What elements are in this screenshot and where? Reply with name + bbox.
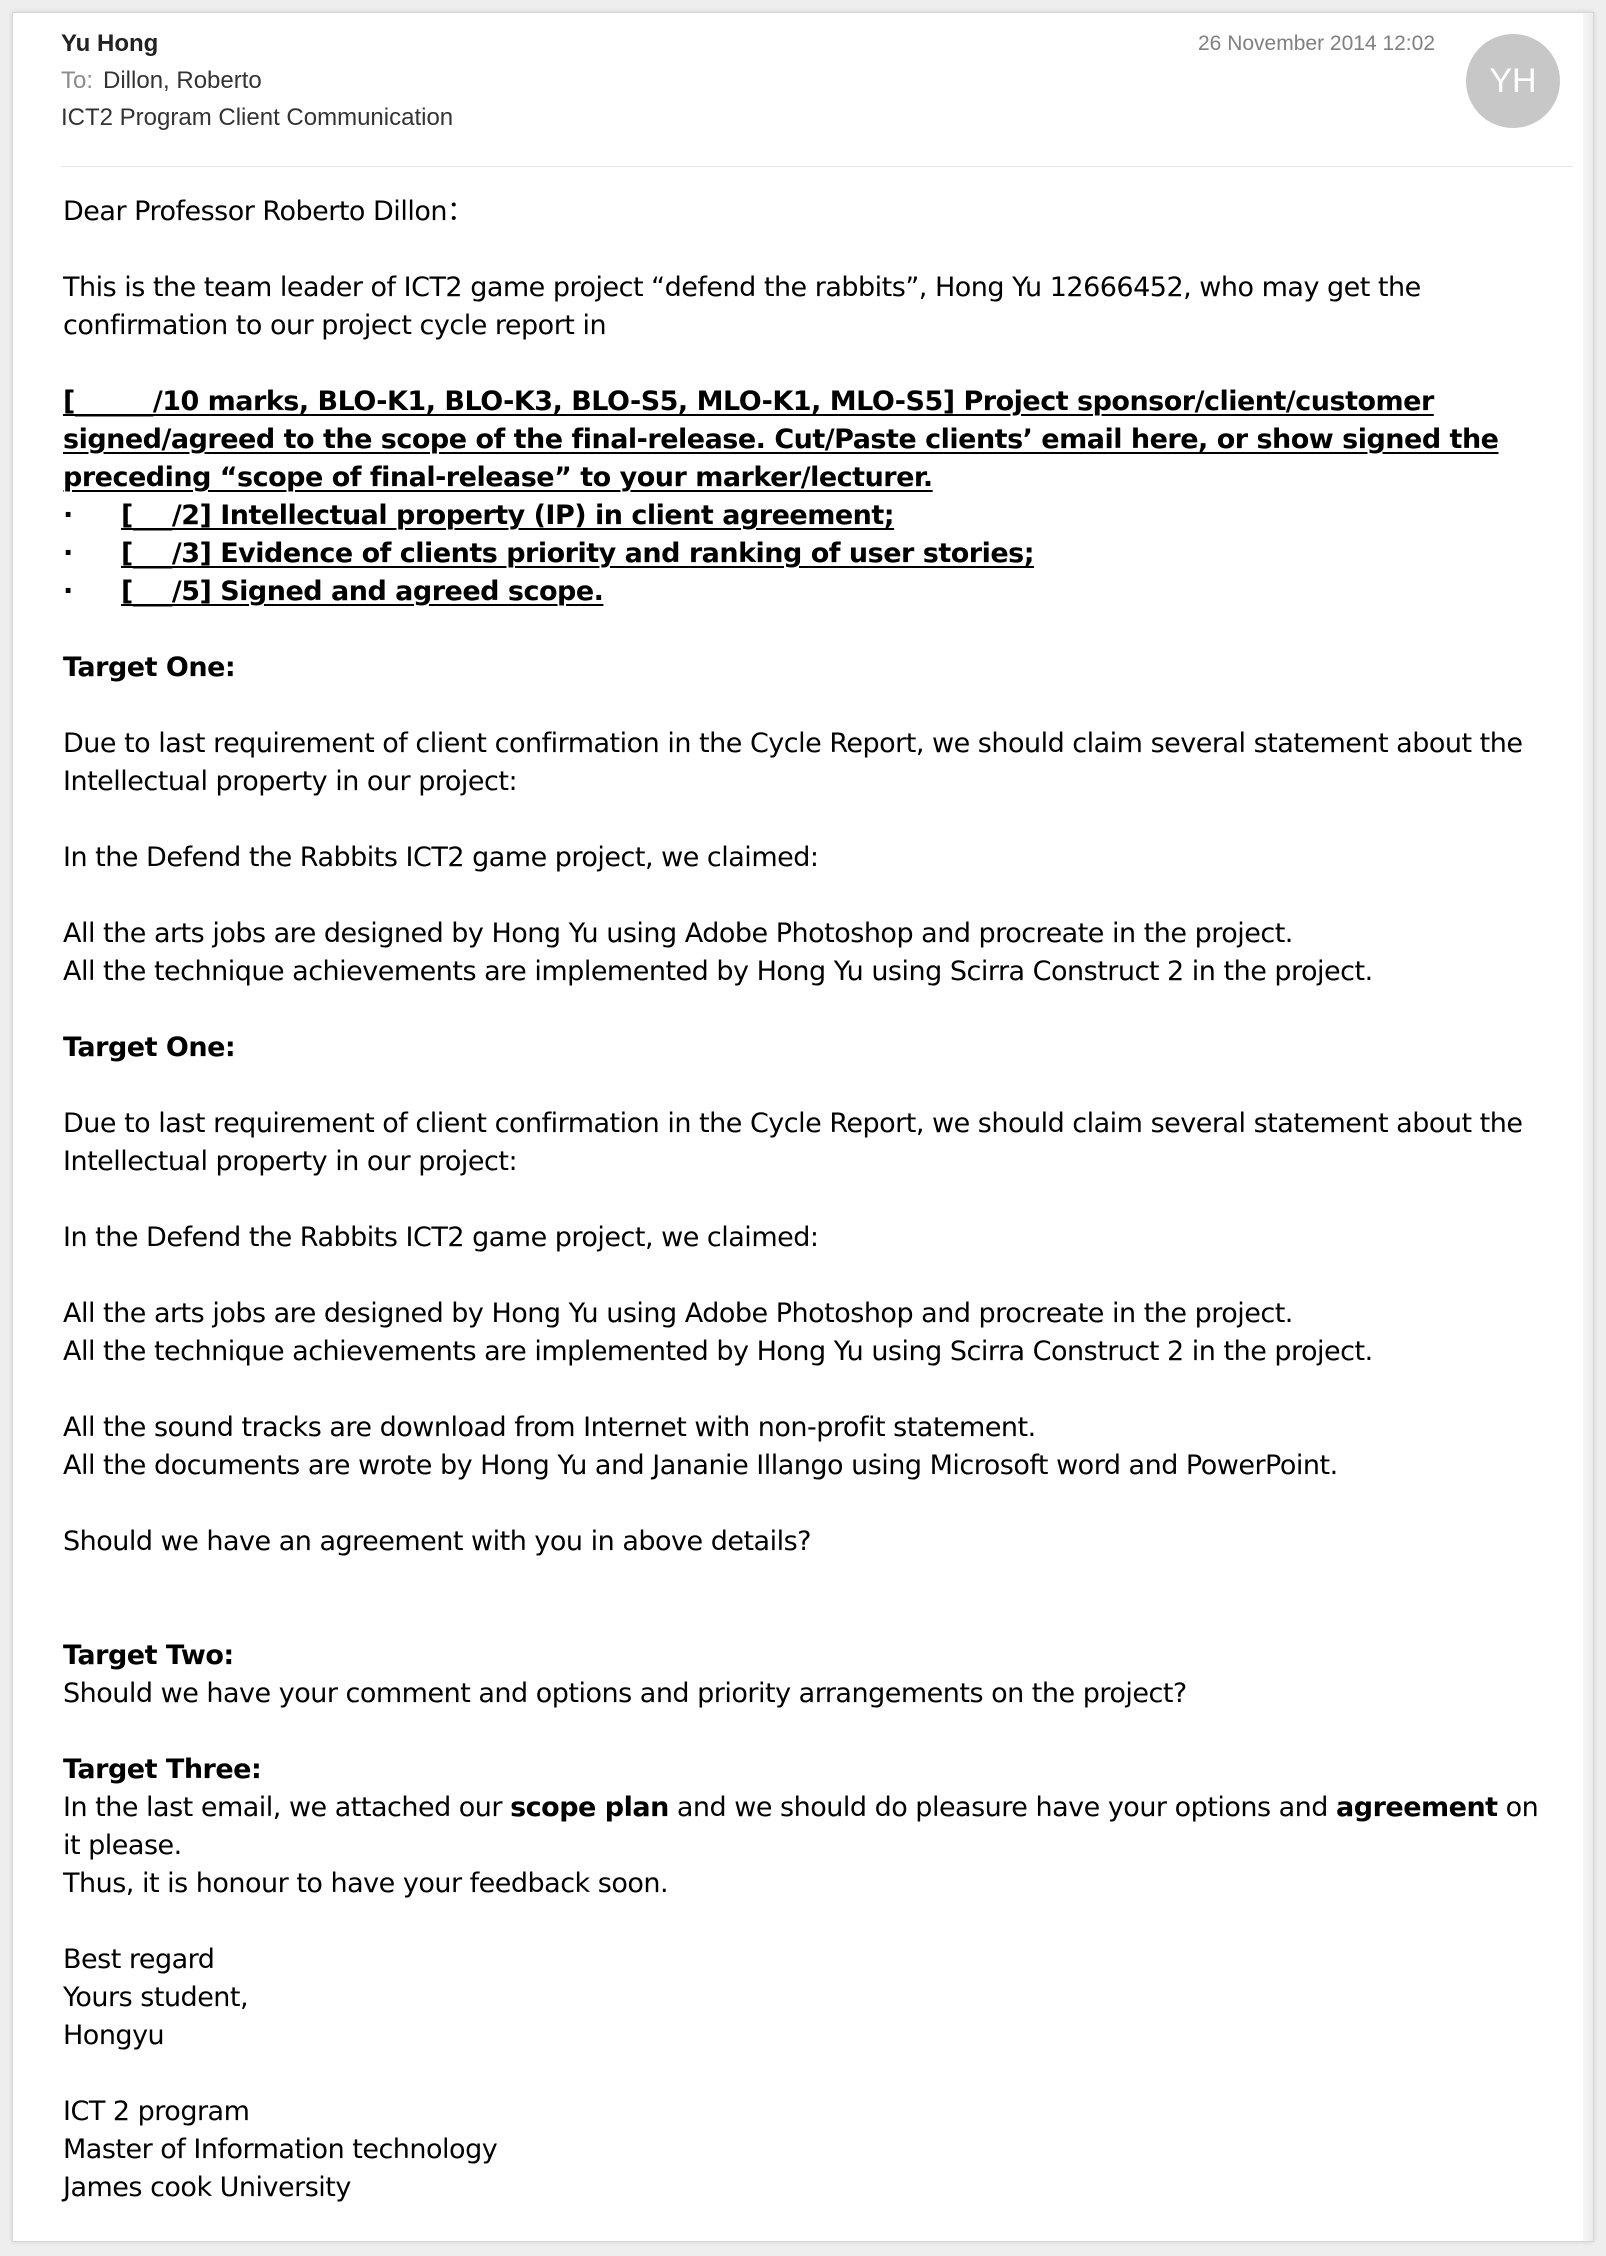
claim-line: All the arts jobs are designed by Hong Y… bbox=[63, 918, 1293, 949]
signature-line: Master of Information technology bbox=[63, 2134, 498, 2165]
bullet-icon: · bbox=[63, 538, 73, 569]
rubric-item-text: [___/5] Signed and agreed scope. bbox=[121, 576, 604, 607]
target-three-text: In the last email, we attached our scope… bbox=[63, 1789, 1548, 1865]
bullet-icon: · bbox=[63, 500, 73, 531]
rubric-item-text: [___/3] Evidence of clients priority and… bbox=[121, 538, 1035, 569]
claim-line: All the documents are wrote by Hong Yu a… bbox=[63, 1450, 1338, 1481]
claim-line: All the technique achievements are imple… bbox=[63, 1336, 1373, 1367]
claim-intro: In the Defend the Rabbits ICT2 game proj… bbox=[63, 842, 819, 873]
target-two-heading: Target Two: bbox=[63, 1640, 234, 1671]
signoff-line: Yours student, bbox=[63, 1982, 249, 2013]
email-body: Dear Professor Roberto Dillon： This is t… bbox=[63, 193, 1548, 2207]
sender-avatar[interactable]: YH bbox=[1466, 34, 1560, 128]
signature-line: ICT 2 program bbox=[63, 2096, 250, 2127]
scope-plan-emphasis: scope plan bbox=[510, 1792, 669, 1823]
signature-line: James cook University bbox=[63, 2172, 351, 2203]
claim-intro: In the Defend the Rabbits ICT2 game proj… bbox=[63, 1222, 819, 1253]
target-three-text-part: and we should do pleasure have your opti… bbox=[668, 1792, 1337, 1823]
scrollbar-track[interactable] bbox=[1583, 13, 1593, 2241]
agreement-emphasis: agreement bbox=[1336, 1792, 1498, 1823]
ip-requirement-paragraph: Due to last requirement of client confir… bbox=[63, 728, 1523, 797]
bullet-icon: · bbox=[63, 576, 73, 607]
email-date: 26 November 2014 12:02 bbox=[1198, 32, 1435, 55]
claim-line: All the arts jobs are designed by Hong Y… bbox=[63, 1298, 1293, 1329]
signoff-line: Best regard bbox=[63, 1944, 215, 1975]
target-three-text-part: In the last email, we attached our bbox=[63, 1792, 511, 1823]
recipient-line: To: Dillon, Roberto bbox=[61, 67, 262, 95]
sender-name[interactable]: Yu Hong bbox=[61, 30, 158, 58]
claim-line: All the sound tracks are download from I… bbox=[63, 1412, 1036, 1443]
rubric-item: · [___/3] Evidence of clients priority an… bbox=[63, 535, 1548, 573]
target-one-heading: Target One: bbox=[63, 652, 236, 683]
agreement-question: Should we have an agreement with you in … bbox=[63, 1526, 811, 1557]
intro-paragraph: This is the team leader of ICT2 game pro… bbox=[63, 272, 1421, 341]
to-label: To: bbox=[61, 67, 94, 94]
target-three-heading: Target Three: bbox=[63, 1754, 262, 1785]
target-two-text: Should we have your comment and options … bbox=[63, 1678, 1187, 1709]
rubric-main: [______/10 marks, BLO-K1, BLO-K3, BLO-S5… bbox=[63, 386, 1499, 493]
rubric-item-text: [___/2] Intellectual property (IP) in cl… bbox=[121, 500, 895, 531]
ip-requirement-paragraph: Due to last requirement of client confir… bbox=[63, 1108, 1523, 1177]
email-message-window: Yu Hong To: Dillon, Roberto ICT2 Program … bbox=[12, 12, 1594, 2242]
rubric-block: [______/10 marks, BLO-K1, BLO-K3, BLO-S5… bbox=[63, 383, 1548, 611]
greeting: Dear Professor Roberto Dillon： bbox=[63, 196, 474, 227]
email-header: Yu Hong To: Dillon, Roberto ICT2 Program … bbox=[13, 13, 1593, 168]
rubric-item: · [___/2] Intellectual property (IP) in c… bbox=[63, 497, 1548, 535]
header-divider bbox=[61, 166, 1573, 167]
target-one-heading-repeat: Target One: bbox=[63, 1032, 236, 1063]
feedback-line: Thus, it is honour to have your feedback… bbox=[63, 1868, 669, 1899]
email-subject: ICT2 Program Client Communication bbox=[61, 104, 454, 131]
recipient-name[interactable]: Dillon, Roberto bbox=[103, 67, 262, 94]
rubric-item: · [___/5] Signed and agreed scope. bbox=[63, 573, 1548, 611]
claim-line: All the technique achievements are imple… bbox=[63, 956, 1373, 987]
signoff-name: Hongyu bbox=[63, 2020, 165, 2051]
